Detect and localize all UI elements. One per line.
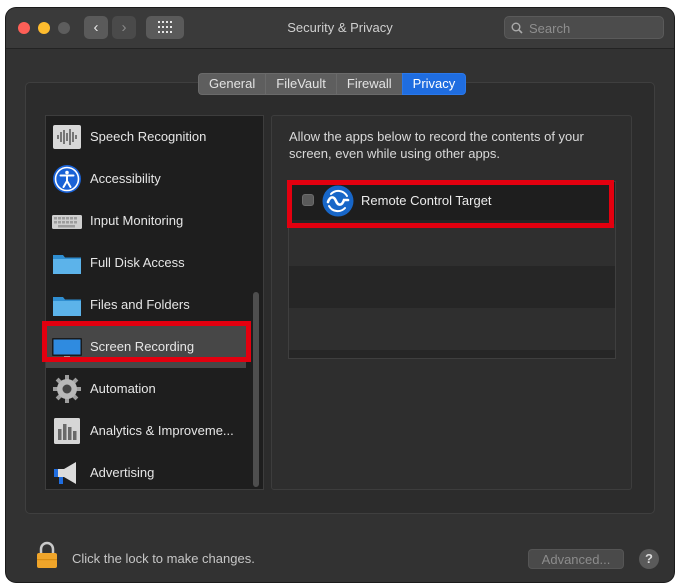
list-row <box>289 308 615 350</box>
sidebar-item-advertising[interactable]: Advertising <box>46 452 246 489</box>
lock-icon <box>37 541 57 568</box>
gear-icon <box>53 375 81 403</box>
list-row <box>289 224 615 266</box>
search-input[interactable] <box>527 19 661 38</box>
tab-firewall[interactable]: Firewall <box>335 73 402 95</box>
screen-recording-pane: Allow the apps below to record the conte… <box>271 115 632 490</box>
tab-privacy[interactable]: Privacy <box>401 73 467 95</box>
sidebar-item-full-disk-access[interactable]: Full Disk Access <box>46 242 246 284</box>
search-icon <box>511 22 523 34</box>
help-button[interactable]: ? <box>639 549 659 569</box>
lock-button[interactable] <box>36 541 58 574</box>
tab-filevault[interactable]: FileVault <box>265 73 336 95</box>
keyboard-icon <box>52 215 82 229</box>
sidebar-item-accessibility[interactable]: Accessibility <box>46 158 246 200</box>
sidebar-item-label: Files and Folders <box>90 297 190 312</box>
sidebar-item-analytics[interactable]: Analytics & Improveme... <box>46 410 246 452</box>
title-bar: ‹ › Security & Privacy <box>6 8 674 49</box>
app-permission-checkbox[interactable] <box>302 194 314 206</box>
sidebar-item-screen-recording[interactable]: Screen Recording <box>46 326 246 368</box>
sidebar-item-label: Advertising <box>90 465 155 480</box>
sidebar-item-label: Screen Recording <box>90 339 195 354</box>
app-list: Remote Control Target <box>288 181 616 359</box>
accessibility-icon <box>53 165 81 193</box>
sidebar-item-input-monitoring[interactable]: Input Monitoring <box>46 200 246 242</box>
preferences-window: ‹ › Security & Privacy General FileVault… <box>6 8 674 582</box>
app-row-remote-control-target[interactable]: Remote Control Target <box>289 182 615 220</box>
sidebar-item-label: Accessibility <box>90 171 161 186</box>
sidebar-item-label: Speech Recognition <box>90 129 207 144</box>
sidebar-scrollbar[interactable] <box>253 292 259 487</box>
sidebar-item-speech-recognition[interactable]: Speech Recognition <box>46 116 246 158</box>
advanced-button[interactable]: Advanced... <box>528 549 624 569</box>
list-row <box>289 266 615 308</box>
sidebar-item-automation[interactable]: Automation <box>46 368 246 410</box>
folder-icon <box>53 297 81 316</box>
folder-icon <box>53 255 81 274</box>
sidebar-item-label: Analytics & Improveme... <box>90 423 234 438</box>
bar-chart-icon <box>54 418 80 444</box>
waveform-icon <box>53 125 81 149</box>
megaphone-icon <box>54 462 76 484</box>
search-field[interactable] <box>504 16 664 39</box>
sidebar-item-label: Input Monitoring <box>90 213 184 228</box>
lock-status-text: Click the lock to make changes. <box>72 551 255 566</box>
sidebar-item-label: Full Disk Access <box>90 255 185 270</box>
remote-control-icon <box>322 185 354 217</box>
app-name: Remote Control Target <box>361 193 492 208</box>
sidebar-item-label: Automation <box>90 381 156 396</box>
sidebar-item-files-and-folders[interactable]: Files and Folders <box>46 284 246 326</box>
privacy-category-list: Speech Recognition Accessibility Input M… <box>45 115 264 490</box>
pane-description: Allow the apps below to record the conte… <box>289 129 584 161</box>
tab-bar: General FileVault Firewall Privacy <box>198 73 467 95</box>
tab-general[interactable]: General <box>198 73 266 95</box>
display-icon <box>52 338 82 359</box>
